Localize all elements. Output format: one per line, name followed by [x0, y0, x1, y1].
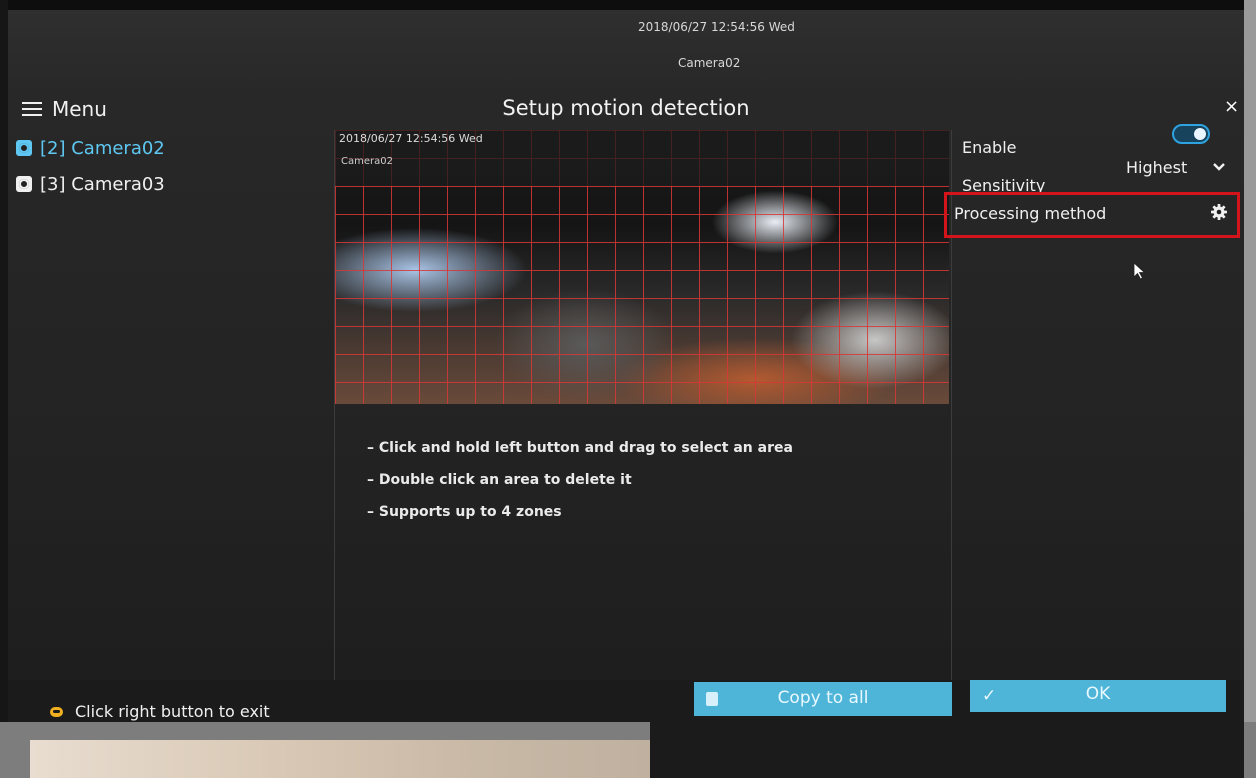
camera-list: [2] Camera02 [3] Camera03	[16, 130, 336, 202]
preview-camera-name: Camera02	[341, 156, 393, 167]
motion-zone-panel: 2018/06/27 12:54:56 Wed Camera02 – Click…	[334, 130, 952, 690]
sensitivity-select[interactable]: Highest	[1126, 158, 1187, 177]
copy-to-all-button[interactable]: Copy to all	[694, 682, 952, 716]
chevron-down-icon[interactable]	[1212, 160, 1226, 174]
dialog-header: Menu Setup motion detection ×	[8, 88, 1244, 132]
toggle-knob	[1194, 128, 1206, 140]
monitor-stand	[650, 722, 1244, 778]
monitor-left-edge	[0, 0, 8, 778]
desk-surface	[30, 740, 650, 778]
exit-hint-text: Click right button to exit	[75, 702, 270, 721]
camera-item-camera02[interactable]: [2] Camera02	[16, 130, 336, 166]
camera-icon	[16, 176, 32, 192]
processing-method-label[interactable]: Processing method	[954, 204, 1106, 223]
gear-icon[interactable]	[1210, 203, 1228, 221]
camera-item-label: [3] Camera03	[40, 173, 165, 195]
photo-background-bottom	[0, 722, 1256, 778]
camera-preview[interactable]: 2018/06/27 12:54:56 Wed Camera02	[335, 130, 949, 404]
mouse-cursor-icon	[1133, 262, 1146, 280]
ok-label: OK	[1085, 684, 1111, 704]
copy-to-all-label: Copy to all	[777, 688, 869, 708]
close-icon[interactable]: ×	[1224, 96, 1239, 117]
camera-icon	[16, 140, 32, 156]
exit-hint: Click right button to exit	[40, 702, 270, 721]
preview-timestamp: 2018/06/27 12:54:56 Wed	[339, 132, 483, 145]
live-timestamp-overlay: 2018/06/27 12:54:56 Wed	[638, 20, 795, 34]
camera-item-camera03[interactable]: [3] Camera03	[16, 166, 336, 202]
instructions-list: – Click and hold left button and drag to…	[367, 440, 793, 536]
instruction-item: – Supports up to 4 zones	[367, 504, 562, 520]
monitor-right-edge	[1244, 0, 1256, 778]
enable-label: Enable	[962, 138, 1017, 157]
monitor-top-edge	[0, 0, 1256, 10]
monitor-screen: 2018/06/27 12:54:56 Wed Camera02 Menu Se…	[8, 10, 1244, 722]
enable-toggle[interactable]	[1172, 124, 1210, 144]
instruction-item: – Double click an area to delete it	[367, 472, 632, 488]
camera-item-label: [2] Camera02	[40, 137, 165, 159]
ok-button[interactable]: ✓ OK	[970, 680, 1226, 712]
instruction-item: – Click and hold left button and drag to…	[367, 440, 793, 456]
live-camera-name-overlay: Camera02	[678, 56, 741, 70]
dialog-title: Setup motion detection	[502, 96, 750, 120]
